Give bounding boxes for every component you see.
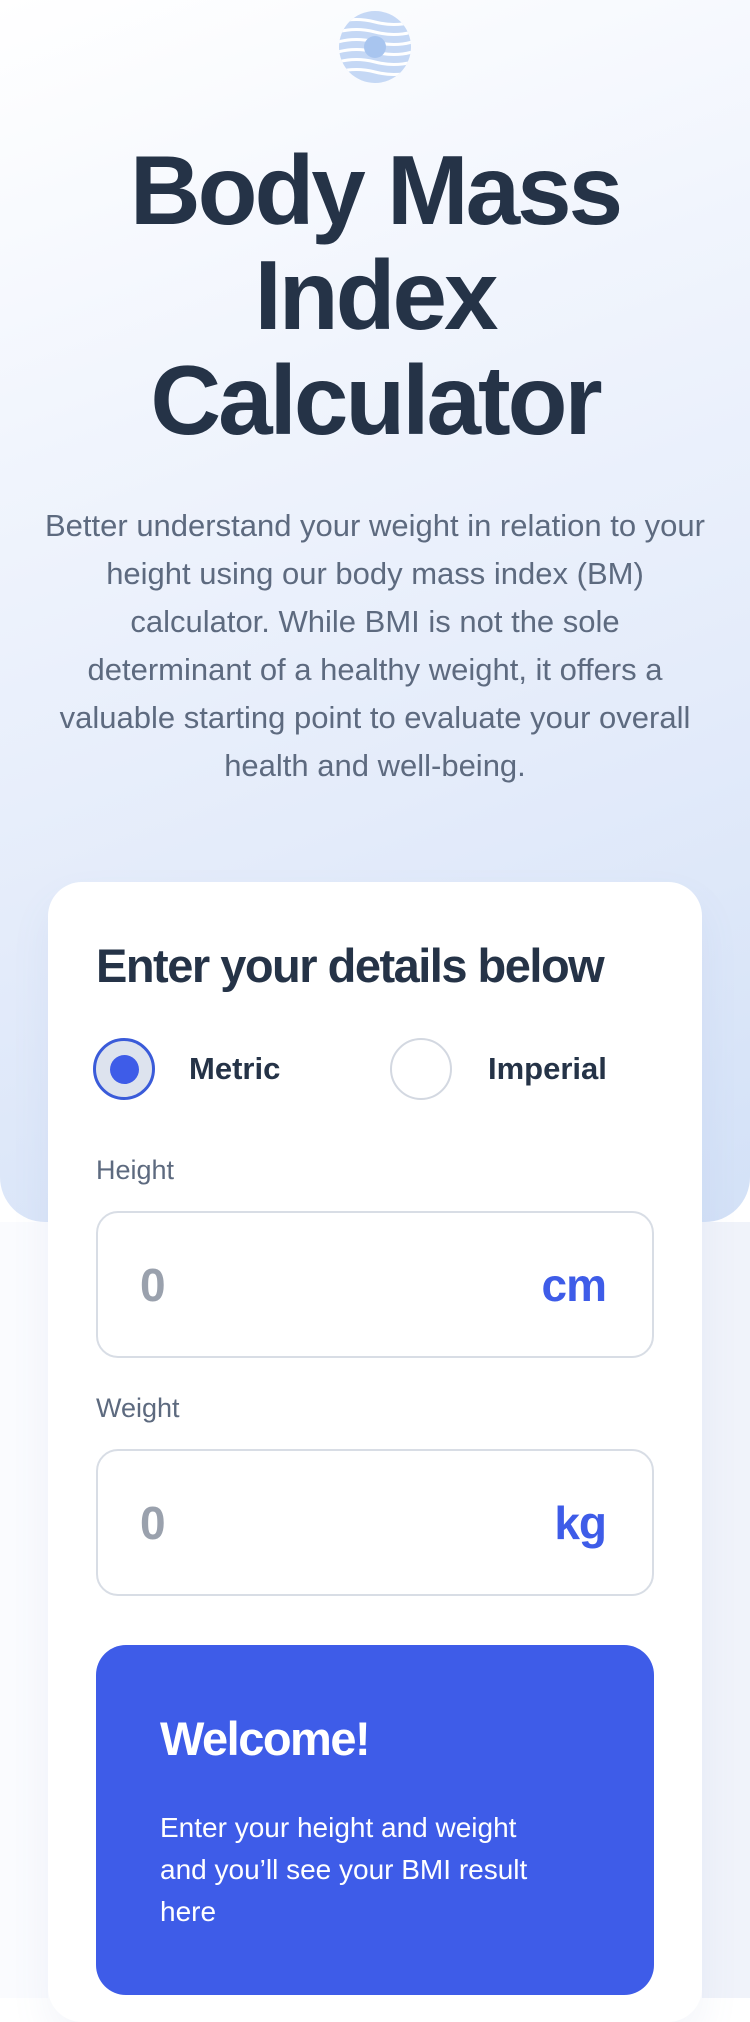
result-message: Enter your height and weight and you’ll … <box>160 1812 528 1927</box>
height-input[interactable]: 0 cm <box>96 1211 654 1358</box>
bmi-logo-icon <box>339 11 411 83</box>
calculator-card: Enter your details below Metric Imperial… <box>48 882 702 2022</box>
imperial-label: Imperial <box>488 1051 607 1086</box>
metric-label: Metric <box>189 1051 281 1086</box>
weight-unit: kg <box>554 1496 607 1549</box>
page-background-right <box>702 1222 750 1998</box>
metric-radio-button[interactable] <box>93 1038 155 1100</box>
imperial-radio-option[interactable]: Imperial <box>390 1036 607 1102</box>
metric-radio-option[interactable]: Metric <box>93 1036 280 1102</box>
weight-input-value[interactable]: 0 <box>140 1496 166 1550</box>
form-title: Enter your details below <box>96 939 605 992</box>
height-unit: cm <box>541 1258 607 1311</box>
intro-text: Better understand your weight in relatio… <box>45 508 705 783</box>
height-label: Height <box>96 1155 175 1185</box>
radio-selected-dot <box>109 1054 139 1084</box>
result-title: Welcome! <box>160 1712 371 1765</box>
weight-input[interactable]: 0 kg <box>96 1449 654 1596</box>
weight-label: Weight <box>96 1393 180 1423</box>
result-panel: Welcome! Enter your height and weight an… <box>96 1645 654 1995</box>
page-background-left <box>0 1222 48 1998</box>
page-title: Body Mass Index Calculator <box>129 135 623 455</box>
imperial-radio-button[interactable] <box>390 1038 452 1100</box>
height-input-value[interactable]: 0 <box>140 1258 166 1312</box>
